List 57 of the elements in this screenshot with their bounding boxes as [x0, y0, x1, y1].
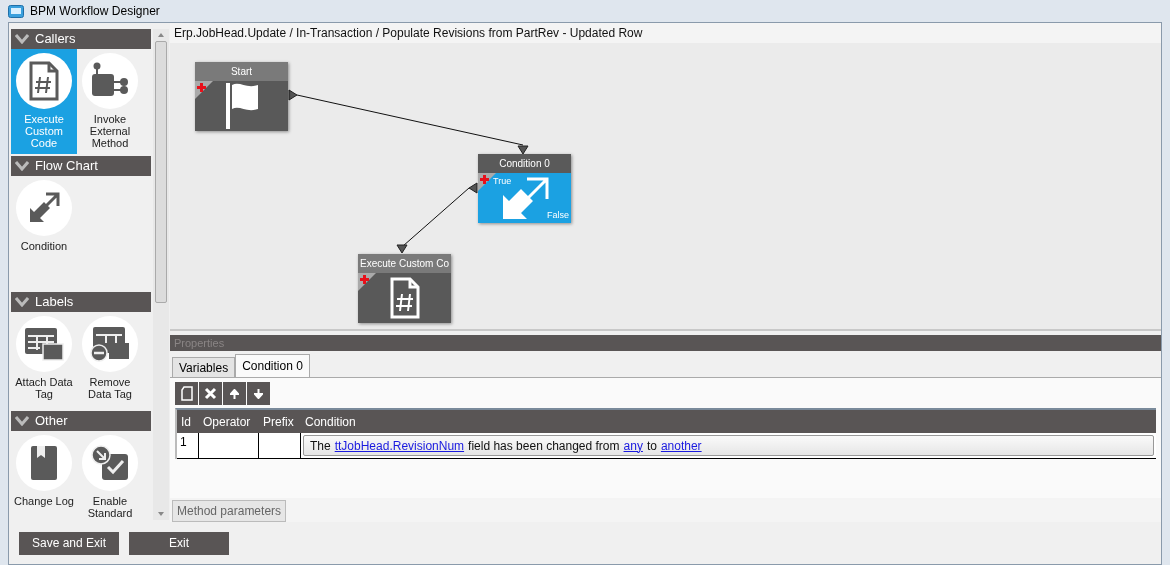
- condition-link[interactable]: any: [623, 436, 643, 455]
- breadcrumb: Erp.JobHead.Update / In-Transaction / Populate Revisions from PartRev - Updated Row: [174, 25, 643, 42]
- action-button[interactable]: Exit: [129, 531, 229, 555]
- tool-item[interactable]: Attach Data Tag: [11, 312, 77, 409]
- section-header[interactable]: Flow Chart: [11, 156, 151, 176]
- node-title: Start: [195, 62, 288, 81]
- chevron-down-icon: [15, 297, 29, 307]
- window-title: BPM Workflow Designer: [30, 3, 160, 20]
- condition-text: field has been changed from: [468, 437, 620, 455]
- section-title: Flow Chart: [35, 157, 98, 176]
- scrollbar[interactable]: [153, 29, 169, 520]
- chevron-down-icon: [15, 416, 29, 426]
- table-tag-icon: [23, 326, 65, 362]
- tab[interactable]: Condition 0: [235, 354, 310, 377]
- table-minus-icon: [89, 325, 131, 363]
- move-up-icon[interactable]: [223, 382, 246, 405]
- hash-document-icon: [388, 277, 421, 319]
- tab[interactable]: Method parameters: [172, 500, 287, 522]
- window-icon: [8, 4, 24, 18]
- section-header[interactable]: Other: [11, 411, 151, 431]
- table-cell: 1: [177, 433, 199, 458]
- column-header[interactable]: Condition: [301, 412, 1156, 431]
- tool-item[interactable]: Remove Data Tag: [77, 312, 143, 409]
- condition-text: to: [646, 437, 657, 455]
- tab[interactable]: Variables: [172, 357, 236, 377]
- section-header[interactable]: Labels: [11, 292, 151, 312]
- node-title: Condition 0: [478, 154, 571, 173]
- move-down-icon[interactable]: [247, 382, 270, 405]
- false-label: False: [547, 208, 569, 222]
- column-header[interactable]: Operator: [199, 412, 259, 431]
- flag-icon: [223, 81, 260, 131]
- node-title: Execute Custom Co: [358, 254, 451, 273]
- column-header[interactable]: Id: [177, 412, 199, 431]
- checkbox-arrow-icon: [90, 444, 130, 482]
- add-icon[interactable]: [480, 175, 489, 184]
- chevron-down-icon: [15, 34, 29, 44]
- delete-icon[interactable]: [199, 382, 222, 405]
- hash-document-icon: [28, 61, 60, 101]
- chevron-down-icon: [15, 161, 29, 171]
- section-title: Callers: [35, 30, 76, 49]
- tool-item[interactable]: Condition: [11, 176, 77, 290]
- add-icon[interactable]: [360, 275, 369, 284]
- condition-link[interactable]: another: [660, 436, 702, 455]
- workflow-canvas[interactable]: Start Condition 0 True False Execute Custom Co: [170, 43, 1161, 329]
- section-title: Labels: [35, 293, 74, 312]
- condition-link[interactable]: ttJobHead.RevisionNum: [334, 436, 465, 455]
- book-icon: [29, 444, 59, 482]
- tool-item[interactable]: Invoke External Method: [77, 49, 143, 154]
- true-label: True: [493, 175, 512, 188]
- section-title: Other: [35, 412, 68, 431]
- add-icon[interactable]: [197, 83, 206, 92]
- action-button[interactable]: Save and Exit: [19, 531, 119, 555]
- new-icon[interactable]: [175, 382, 198, 405]
- column-header[interactable]: Prefix: [259, 412, 301, 431]
- section-header[interactable]: Callers: [11, 29, 151, 49]
- condition-field[interactable]: The ttJobHead.RevisionNum field has been changed from any to another: [303, 435, 1154, 456]
- condition-text: The: [310, 437, 331, 455]
